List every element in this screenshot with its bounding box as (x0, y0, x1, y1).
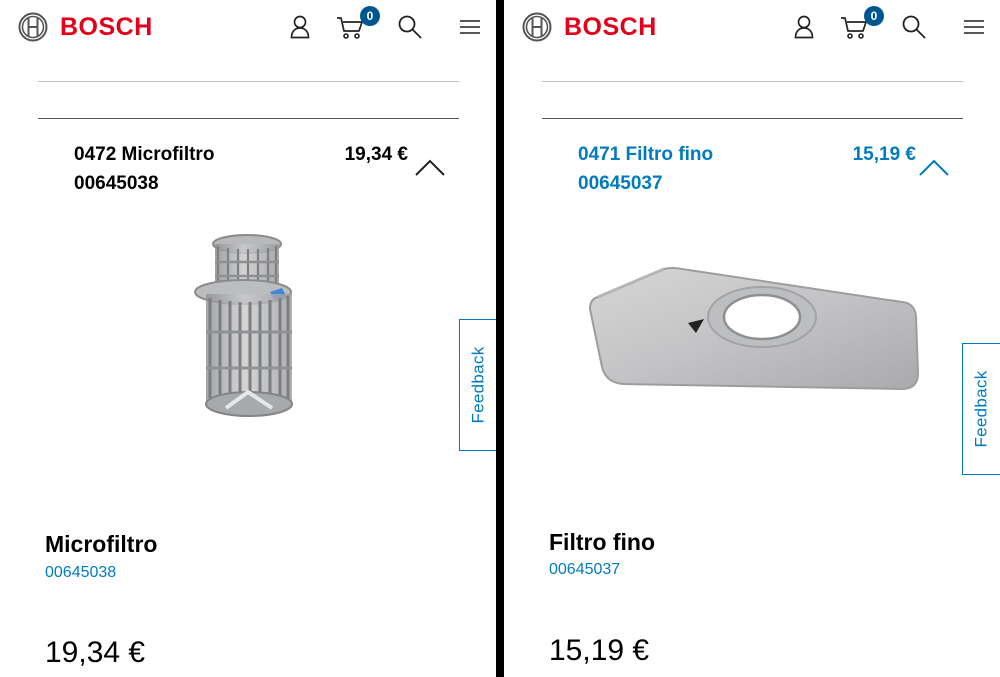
product-image-microfilter (194, 234, 293, 417)
bosch-logo[interactable]: BOSCH (522, 12, 657, 42)
menu-icon (460, 20, 480, 34)
feedback-label: Feedback (971, 370, 991, 448)
chevron-up-icon[interactable] (918, 158, 950, 178)
accordion-part-number: 00645037 (578, 173, 663, 194)
feedback-tab[interactable]: Feedback (962, 343, 1000, 475)
product-panel-right: BOSCH 0 0471 Filtro fino 00645037 15,19 … (504, 0, 1000, 677)
cart-count-badge: 0 (864, 6, 884, 26)
search-button[interactable] (899, 12, 929, 42)
product-price: 19,34 € (45, 636, 146, 669)
account-button[interactable] (285, 12, 315, 42)
search-icon (902, 15, 926, 39)
cart-count-badge: 0 (360, 6, 380, 26)
search-button[interactable] (395, 12, 425, 42)
product-panel-left: BOSCH 0 0472 Microfiltro 00645038 19,34 … (0, 0, 496, 677)
menu-button[interactable] (959, 12, 989, 42)
product-price: 15,19 € (549, 634, 650, 667)
feedback-tab[interactable]: Feedback (459, 319, 496, 451)
feedback-label: Feedback (468, 346, 488, 424)
bosch-logo-icon (522, 12, 552, 42)
site-header: BOSCH 0 (0, 0, 496, 56)
search-icon (398, 15, 422, 39)
brand-name: BOSCH (564, 13, 657, 41)
accordion-part-number: 00645038 (74, 173, 159, 194)
product-sku[interactable]: 00645037 (549, 560, 620, 580)
product-image-fine-filter (588, 267, 920, 390)
product-name: Filtro fino (549, 529, 656, 555)
account-button[interactable] (789, 12, 819, 42)
bosch-logo[interactable]: BOSCH (18, 12, 153, 42)
divider (38, 81, 459, 82)
divider (542, 118, 963, 119)
user-icon (290, 15, 310, 39)
user-icon (794, 15, 814, 39)
accordion-price: 19,34 € (344, 144, 408, 165)
divider (38, 118, 459, 119)
brand-name: BOSCH (60, 13, 153, 41)
product-sku[interactable]: 00645038 (45, 563, 116, 583)
menu-icon (964, 20, 984, 34)
product-name: Microfiltro (45, 531, 158, 557)
accordion-title: 0472 Microfiltro (74, 144, 215, 165)
bosch-logo-icon (18, 12, 48, 42)
accordion-price: 15,19 € (852, 144, 916, 165)
divider (542, 81, 963, 82)
accordion-title: 0471 Filtro fino (578, 144, 714, 165)
menu-button[interactable] (455, 12, 485, 42)
chevron-up-icon[interactable] (414, 158, 446, 178)
site-header: BOSCH 0 (504, 0, 1000, 56)
